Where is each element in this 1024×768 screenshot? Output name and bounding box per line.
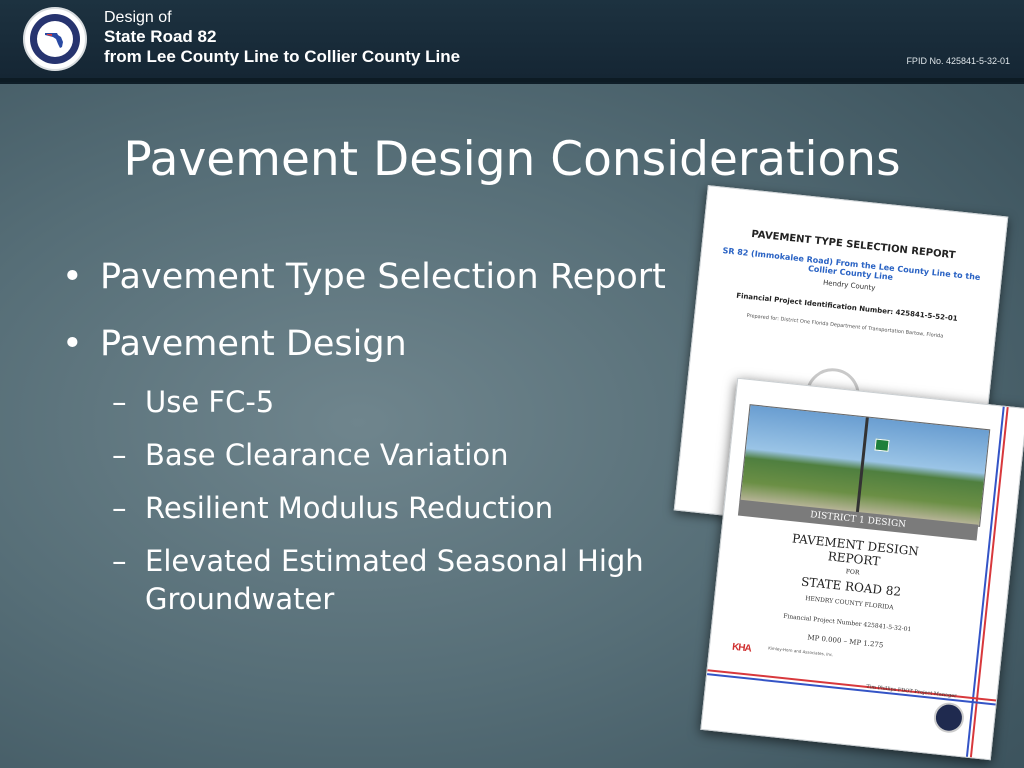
border-line [707, 673, 996, 706]
road-sign-icon [874, 438, 890, 452]
fpid-number: FPID No. 425841-5-32-01 [906, 56, 1010, 66]
sub-bullet-item: – Elevated Estimated Seasonal High Groun… [60, 542, 705, 618]
sub-bullet-text: Use FC-5 [145, 385, 275, 419]
pavement-design-report-image: DISTRICT 1 DESIGN PAVEMENT DESIGN REPORT… [700, 377, 1024, 761]
firm-logo-icon: KHA [731, 641, 752, 655]
sub-bullet-item: – Use FC-5 [60, 383, 705, 421]
sub-bullet-text: Elevated Estimated Seasonal High Groundw… [145, 544, 644, 616]
dash-glyph: – [112, 438, 127, 472]
bullet-item: Pavement Design [60, 319, 705, 369]
header-divider [0, 82, 1024, 84]
slide-title: Pavement Design Considerations [123, 132, 901, 187]
sub-bullet-item: – Base Clearance Variation [60, 436, 705, 474]
bullet-list: Pavement Type Selection Report Pavement … [60, 252, 705, 618]
project-title-line2: State Road 82 [104, 27, 217, 46]
fdot-seal-small-icon [932, 701, 966, 735]
florida-map-icon [45, 33, 63, 48]
dash-glyph: – [112, 491, 127, 525]
slide-header: Design of State Road 82 from Lee County … [0, 0, 1024, 82]
project-title: Design of State Road 82 from Lee County … [104, 9, 460, 67]
dash-glyph: – [112, 544, 127, 578]
project-title-line3: from Lee County Line to Collier County L… [104, 47, 461, 66]
sub-bullet-item: – Resilient Modulus Reduction [60, 489, 705, 527]
project-title-line1: Design of [104, 9, 172, 26]
sub-bullet-text: Resilient Modulus Reduction [145, 491, 554, 525]
bullet-item: Pavement Type Selection Report [60, 252, 705, 302]
dash-glyph: – [112, 385, 127, 419]
fdot-seal-icon [23, 7, 87, 71]
sub-bullet-text: Base Clearance Variation [145, 438, 509, 472]
firm-name: Kimley-Horn and Associates, Inc. [767, 645, 834, 658]
